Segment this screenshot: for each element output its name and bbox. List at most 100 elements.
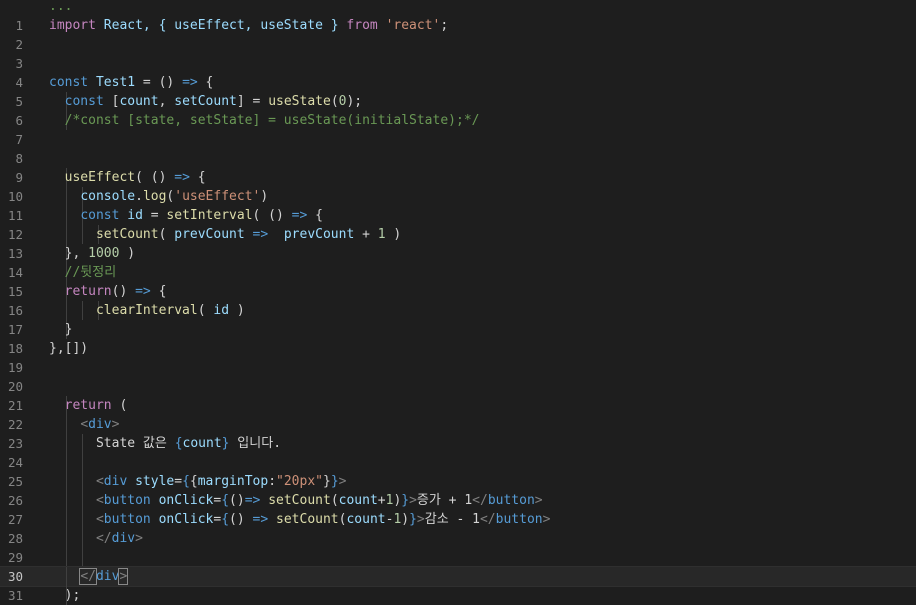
code-token: {: [307, 208, 323, 223]
code-token: }: [330, 474, 339, 489]
code-token: /*const [state, setState] = useState(ini…: [64, 113, 480, 128]
code-token: div: [88, 417, 112, 432]
line-number: 17: [7, 322, 23, 337]
code-token: }: [409, 512, 417, 527]
line-number: 25: [7, 474, 23, 489]
code-token: >: [416, 512, 425, 527]
code-token: (: [330, 94, 339, 109]
code-line[interactable]: 23 State 값은 {count} 입니다.: [0, 434, 916, 453]
code-text: const id = setInterval( () => {: [49, 206, 323, 225]
code-editor[interactable]: ... 1 import React, { useEffect, useState …: [0, 0, 916, 605]
code-line[interactable]: 16 clearInterval( id ): [0, 301, 916, 320]
line-number: 2: [15, 37, 23, 52]
code-token: <: [95, 493, 104, 508]
code-line[interactable]: 9 useEffect( () => {: [0, 168, 916, 187]
code-line[interactable]: 21 return (: [0, 396, 916, 415]
code-token: setCount: [268, 493, 331, 508]
code-token: >: [118, 568, 129, 585]
code-token: onClick: [158, 493, 214, 508]
line-number: 19: [7, 360, 23, 375]
code-token: State 값은: [95, 436, 175, 451]
indent-guide: [66, 453, 67, 472]
code-token: :: [268, 474, 277, 489]
code-line[interactable]: 25 <div style={{marginTop:"20px"}}>: [0, 472, 916, 491]
code-line[interactable]: 5 const [count, setCount] = useState(0);: [0, 92, 916, 111]
code-token: {: [221, 512, 230, 527]
code-line[interactable]: 13 }, 1000 ): [0, 244, 916, 263]
code-token: ): [119, 246, 136, 261]
code-line[interactable]: 18},[]): [0, 339, 916, 358]
code-token: return: [64, 284, 112, 299]
code-token: button: [495, 512, 543, 527]
code-token: useState: [268, 94, 331, 109]
code-token: (): [111, 284, 136, 299]
code-line[interactable]: 17 }: [0, 320, 916, 339]
code-line[interactable]: 6 /*const [state, setState] = useState(i…: [0, 111, 916, 130]
code-token: {: [174, 436, 183, 451]
code-line[interactable]: 28 </div>: [0, 529, 916, 548]
code-line[interactable]: ...: [0, 0, 916, 16]
line-number: 16: [7, 303, 23, 318]
code-line[interactable]: 30 </div>: [0, 566, 916, 587]
line-number: 12: [7, 227, 23, 242]
code-line[interactable]: 3: [0, 54, 916, 73]
code-token: onClick: [158, 512, 214, 527]
code-token: (): [229, 512, 253, 527]
code-token: count: [346, 512, 386, 527]
code-token: 'useEffect': [174, 189, 261, 204]
code-token: ): [401, 512, 410, 527]
code-line[interactable]: 29: [0, 548, 916, 567]
code-line[interactable]: 22 <div>: [0, 415, 916, 434]
code-text: <div style={{marginTop:"20px"}}>: [49, 472, 347, 491]
code-text: </div>: [49, 567, 129, 586]
code-token: 1: [377, 227, 386, 242]
code-text: ...: [49, 0, 72, 16]
code-text: return() => {: [49, 282, 167, 301]
code-token: },: [49, 246, 89, 261]
code-line[interactable]: 2: [0, 35, 916, 54]
code-token: 증가 + 1: [416, 493, 473, 508]
code-line[interactable]: 1 import React, { useEffect, useState } f…: [0, 16, 916, 35]
indent-guide: [82, 548, 83, 567]
code-token: <: [95, 474, 104, 489]
code-token: import: [49, 18, 96, 33]
code-token: console: [80, 189, 136, 204]
line-number: 23: [7, 436, 23, 451]
code-token: const: [64, 94, 104, 109]
code-token: (): [229, 493, 245, 508]
code-text: }, 1000 ): [49, 244, 135, 263]
code-line[interactable]: 12 setCount( prevCount => prevCount + 1 …: [0, 225, 916, 244]
code-line[interactable]: 11 const id = setInterval( () => {: [0, 206, 916, 225]
code-token: count: [119, 94, 159, 109]
code-text: <button onClick={()=> setCount(count+1)}…: [49, 491, 543, 510]
code-line[interactable]: 15 return() => {: [0, 282, 916, 301]
code-token: {: [189, 474, 198, 489]
code-line[interactable]: 19: [0, 358, 916, 377]
indent-guide: [66, 548, 67, 567]
code-line[interactable]: 24: [0, 453, 916, 472]
line-number: 24: [7, 455, 23, 470]
code-line[interactable]: 7: [0, 130, 916, 149]
code-line[interactable]: 20: [0, 377, 916, 396]
indent-guide: [82, 453, 83, 472]
code-token: Test1: [95, 75, 136, 90]
code-line[interactable]: 27 <button onClick={() => setCount(count…: [0, 510, 916, 529]
code-token: count: [338, 493, 378, 508]
code-line[interactable]: 26 <button onClick={()=> setCount(count+…: [0, 491, 916, 510]
line-number: 1: [15, 18, 23, 33]
code-line[interactable]: 4 const Test1 = () => {: [0, 73, 916, 92]
code-token: 'react': [385, 18, 441, 33]
code-line[interactable]: 14 //뒷정리: [0, 263, 916, 282]
code-line[interactable]: 10 console.log('useEffect'): [0, 187, 916, 206]
code-line[interactable]: 8: [0, 149, 916, 168]
